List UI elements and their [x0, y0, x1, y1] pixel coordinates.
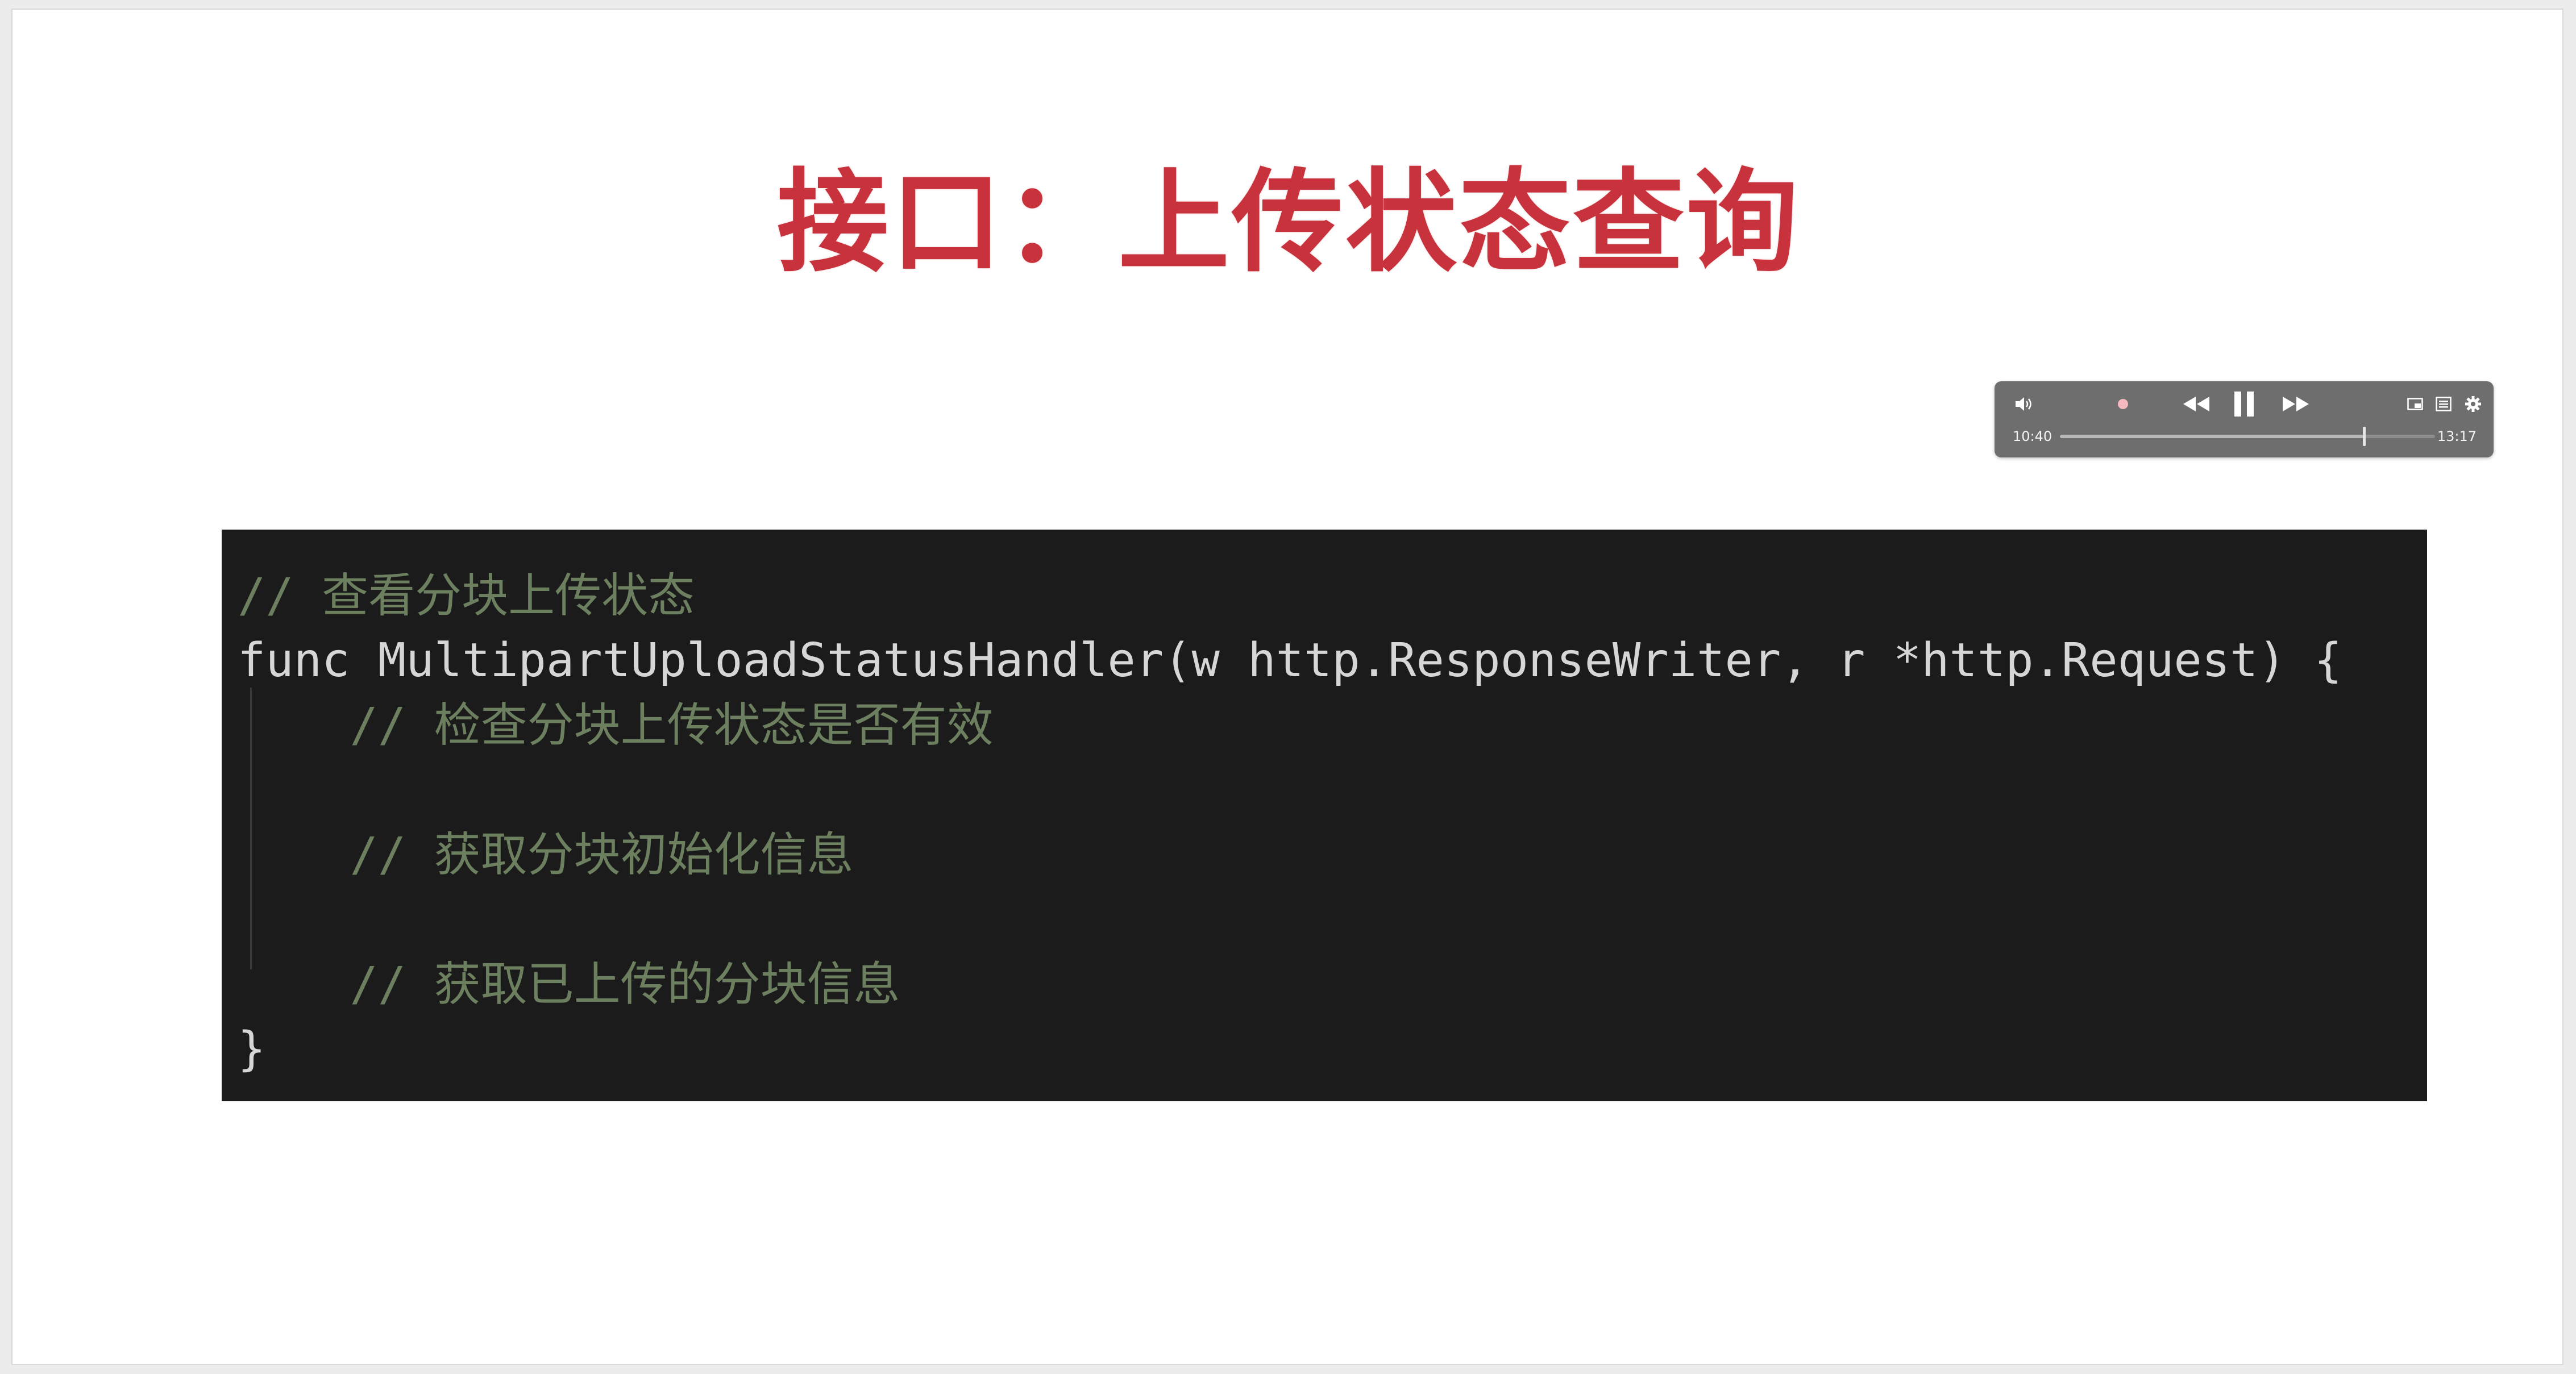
code-block: // 查看分块上传状态 func MultipartUploadStatusHa…	[222, 530, 2427, 1101]
current-time: 10:40	[2013, 428, 2053, 444]
video-player-controls: 10:40 13:17	[1995, 381, 2494, 457]
code-line-closing-brace: }	[238, 1022, 266, 1076]
code-line-comment: // 检查分块上传状态是否有效	[238, 698, 994, 752]
total-time: 13:17	[2437, 428, 2477, 444]
code-line-func-signature: func MultipartUploadStatusHandler(w http…	[238, 634, 2342, 688]
chapters-list-icon[interactable]	[2433, 394, 2454, 414]
code-line-comment: // 获取分块初始化信息	[238, 828, 854, 882]
picture-in-picture-icon[interactable]	[2405, 394, 2425, 414]
slide-frame: 接口：上传状态查询 10:40 13:17 // 查看分块上传状态 func M…	[11, 9, 2563, 1365]
fast-forward-button[interactable]	[2279, 390, 2313, 418]
record-dot-icon[interactable]	[2113, 394, 2133, 414]
progress-fill	[2060, 435, 2364, 438]
fast-forward-icon	[2283, 397, 2309, 411]
pause-button[interactable]	[2226, 387, 2262, 421]
pause-icon	[2234, 392, 2254, 417]
code-line-comment: // 查看分块上传状态	[238, 569, 695, 623]
code-line-comment: // 获取已上传的分块信息	[238, 957, 900, 1011]
slide-title: 接口：上传状态查询	[776, 158, 1800, 288]
volume-icon[interactable]	[2012, 392, 2037, 417]
rewind-button[interactable]	[2179, 390, 2213, 418]
progress-handle[interactable]	[2362, 427, 2366, 446]
progress-track[interactable]	[2060, 427, 2435, 446]
gear-icon[interactable]	[2462, 393, 2484, 415]
rewind-icon	[2183, 397, 2209, 411]
